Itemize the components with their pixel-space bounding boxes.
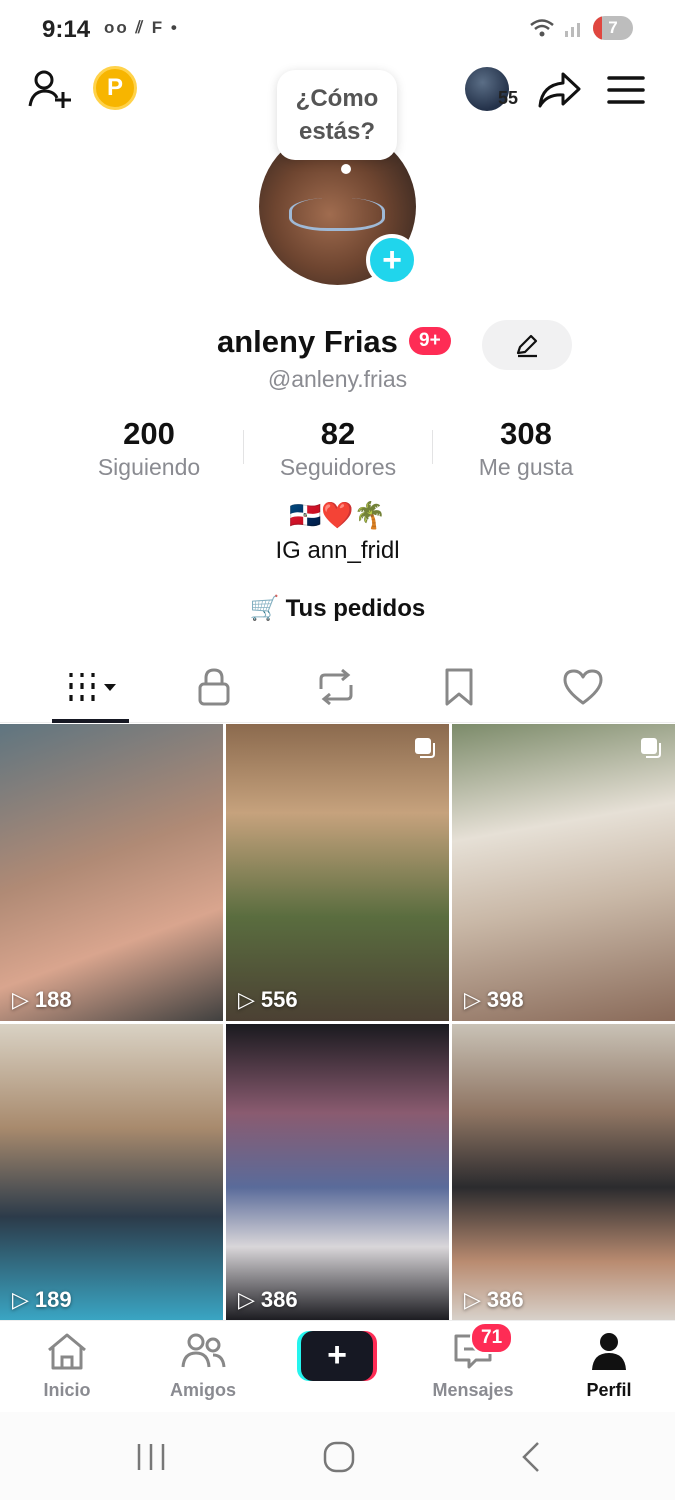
- lock-icon: [198, 668, 230, 706]
- share-arrow-icon: [538, 72, 581, 108]
- visitors-count: 55: [498, 88, 519, 108]
- nav-profile[interactable]: Perfil: [554, 1331, 664, 1401]
- view-count: ▷ 189: [12, 1287, 72, 1312]
- menu-button[interactable]: [606, 72, 646, 108]
- bio-text: IG ann_fridl: [275, 537, 400, 564]
- bookmark-icon: [445, 668, 473, 706]
- nav-friends[interactable]: Amigos: [148, 1331, 258, 1401]
- nav-label: Inicio: [43, 1380, 91, 1400]
- pencil-icon: [516, 334, 538, 358]
- play-icon: ▷: [464, 1287, 481, 1312]
- orders-link[interactable]: 🛒 Tus pedidos: [0, 594, 675, 623]
- stat-value: 308: [500, 416, 552, 451]
- play-icon: ▷: [238, 1287, 255, 1312]
- play-icon: ▷: [12, 1287, 29, 1312]
- add-story-button[interactable]: +: [366, 234, 418, 286]
- wifi-icon: [530, 19, 554, 37]
- nav-label: Amigos: [169, 1380, 236, 1400]
- share-profile-button[interactable]: [536, 68, 582, 112]
- name-badge[interactable]: 9+: [409, 327, 451, 355]
- stat-value: 200: [123, 416, 175, 451]
- profile-handle: @anleny.frias: [267, 366, 408, 392]
- status-notification-icons: oo ⫽ F •: [104, 18, 179, 37]
- view-count: ▷ 398: [464, 987, 524, 1012]
- status-bar: 9:14 oo ⫽ F • 7: [0, 0, 675, 58]
- stat-divider: [243, 430, 244, 464]
- video-grid: ▷ 188 ▷ 556 ▷ 398 ▷ 189 ▷ 386 ▷ 386: [0, 724, 675, 1321]
- photo-carousel-icon: [641, 738, 661, 758]
- video-thumbnail[interactable]: ▷ 556: [226, 724, 449, 1021]
- system-navigation-bar: [0, 1412, 675, 1500]
- play-icon: ▷: [238, 987, 255, 1012]
- coin-icon: P: [93, 66, 137, 110]
- tab-private[interactable]: [159, 655, 269, 719]
- video-thumbnail[interactable]: ▷ 386: [226, 1024, 449, 1321]
- status-right-icons: 7: [529, 16, 633, 40]
- coins-button[interactable]: P: [93, 66, 137, 110]
- inbox-badge: 71: [470, 1322, 514, 1354]
- nav-label: Mensajes: [432, 1380, 514, 1400]
- video-thumbnail[interactable]: ▷ 189: [0, 1024, 223, 1321]
- stat-label: Siguiendo: [97, 454, 201, 480]
- tab-reposts[interactable]: [281, 655, 391, 719]
- profile-tabs: [0, 655, 675, 723]
- video-thumbnail[interactable]: ▷ 386: [452, 1024, 675, 1321]
- active-tab-indicator: [52, 719, 129, 723]
- hamburger-menu-icon: [607, 76, 645, 104]
- video-thumbnail[interactable]: ▷ 188: [0, 724, 223, 1021]
- tab-favorites[interactable]: [404, 655, 514, 719]
- stat-followers[interactable]: 82 Seguidores: [248, 416, 428, 481]
- cart-icon: 🛒: [249, 595, 280, 622]
- view-count: ▷ 556: [238, 987, 298, 1012]
- photo-carousel-icon: [415, 738, 435, 758]
- stat-divider: [432, 430, 433, 464]
- view-count: ▷ 188: [12, 987, 72, 1012]
- profile-icon: [592, 1333, 626, 1370]
- home-icon: [48, 1333, 86, 1370]
- add-user-icon: [28, 70, 71, 108]
- view-count: ▷ 386: [464, 1287, 524, 1312]
- add-friend-button[interactable]: [26, 68, 74, 112]
- play-icon: ▷: [464, 987, 481, 1012]
- plus-icon: +: [382, 241, 402, 279]
- profile-name-row: anleny Frias 9+: [0, 320, 675, 370]
- status-bubble-text: ¿Cómo estás?: [295, 85, 379, 145]
- status-bubble[interactable]: ¿Cómo estás?: [277, 70, 397, 174]
- profile-stats: 200 Siguiendo 82 Seguidores 308 Me gusta: [0, 416, 675, 486]
- bottom-navigation: Inicio Amigos + Mensajes Perfil: [0, 1320, 675, 1410]
- grid-bars-icon: [69, 673, 116, 701]
- stat-following[interactable]: 200 Siguiendo: [59, 416, 239, 481]
- back-icon[interactable]: [514, 1440, 548, 1474]
- heart-icon: [563, 669, 603, 705]
- stat-likes[interactable]: 308 Me gusta: [436, 416, 616, 481]
- play-icon: ▷: [12, 987, 29, 1012]
- video-thumbnail[interactable]: ▷ 398: [452, 724, 675, 1021]
- repost-icon: [319, 668, 353, 706]
- nav-label: Perfil: [586, 1380, 632, 1400]
- edit-profile-button[interactable]: [482, 320, 572, 370]
- home-system-icon[interactable]: [322, 1440, 356, 1474]
- stat-label: Seguidores: [279, 454, 397, 480]
- nav-home[interactable]: Inicio: [12, 1331, 122, 1401]
- orders-label: Tus pedidos: [285, 595, 426, 622]
- friends-icon: [181, 1333, 226, 1368]
- create-button[interactable]: +: [297, 1331, 377, 1381]
- tab-videos[interactable]: [38, 655, 148, 719]
- stat-value: 82: [320, 416, 356, 451]
- signal-icon: [565, 23, 580, 37]
- view-count: ▷ 386: [238, 1287, 298, 1312]
- bio-emoji: 🇩🇴❤️🌴: [288, 500, 387, 530]
- recent-apps-icon[interactable]: [134, 1440, 168, 1474]
- profile-name: anleny Frias: [217, 324, 398, 359]
- stat-label: Me gusta: [478, 454, 574, 480]
- battery-indicator: 7: [593, 16, 633, 40]
- tab-liked[interactable]: [528, 655, 638, 719]
- plus-icon: +: [301, 1331, 373, 1381]
- status-time: 9:14: [42, 16, 91, 43]
